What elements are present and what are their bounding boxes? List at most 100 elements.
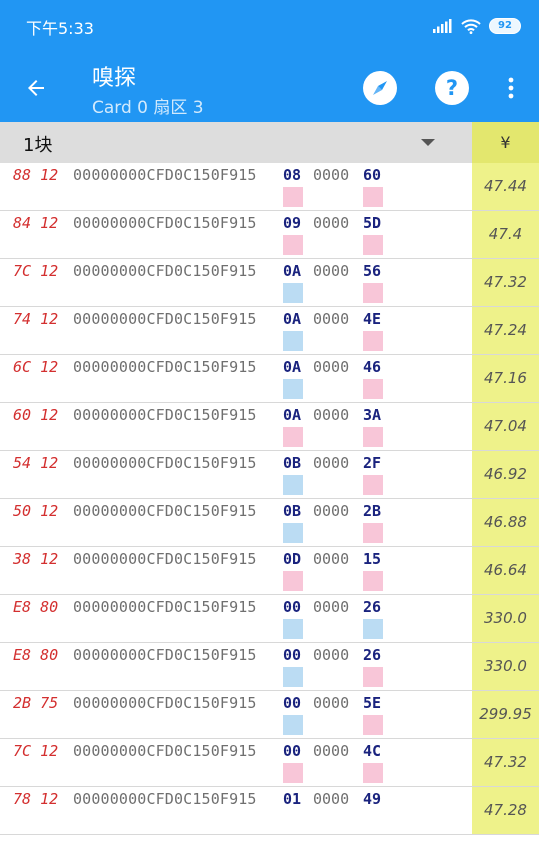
record-row[interactable]: 78 12 00000000CFD0C150F915 01 0000 49 47… xyxy=(0,787,539,835)
row-card-id: 00000000CFD0C150F915 xyxy=(73,214,257,232)
row-flags: 50 12 xyxy=(13,502,59,520)
record-row[interactable]: 88 12 00000000CFD0C150F915 08 0000 60 47… xyxy=(0,163,539,211)
back-button[interactable] xyxy=(14,66,58,110)
row-byte-a: 0B xyxy=(283,454,302,472)
row-mid: 0000 xyxy=(313,550,350,568)
record-row[interactable]: 7C 12 00000000CFD0C150F915 00 0000 4C 47… xyxy=(0,739,539,787)
row-swatch-a xyxy=(283,667,303,687)
record-row[interactable]: 6C 12 00000000CFD0C150F915 0A 0000 46 47… xyxy=(0,355,539,403)
block-dropdown[interactable]: 1块 xyxy=(0,122,472,163)
row-byte-b: 4C xyxy=(363,742,382,760)
row-price: 330.0 xyxy=(472,595,539,642)
record-row[interactable]: 74 12 00000000CFD0C150F915 0A 0000 4E 47… xyxy=(0,307,539,355)
record-row[interactable]: 38 12 00000000CFD0C150F915 0D 0000 15 46… xyxy=(0,547,539,595)
row-swatch-b xyxy=(363,379,383,399)
row-mid: 0000 xyxy=(313,358,350,376)
row-swatch-b xyxy=(363,523,383,543)
more-options-button[interactable] xyxy=(489,66,533,110)
row-swatch-a xyxy=(283,763,303,783)
record-row[interactable]: E8 80 00000000CFD0C150F915 00 0000 26 33… xyxy=(0,595,539,643)
help-button[interactable]: ? xyxy=(430,66,474,110)
row-price: 46.64 xyxy=(472,547,539,594)
row-mid: 0000 xyxy=(313,214,350,232)
row-byte-b: 46 xyxy=(363,358,382,376)
record-row[interactable]: 7C 12 00000000CFD0C150F915 0A 0000 56 47… xyxy=(0,259,539,307)
row-card-id: 00000000CFD0C150F915 xyxy=(73,742,257,760)
row-swatch-b xyxy=(363,187,383,207)
row-byte-b: 3A xyxy=(363,406,382,424)
row-byte-b: 26 xyxy=(363,598,382,616)
row-price: 46.88 xyxy=(472,499,539,546)
battery-icon: 92 xyxy=(489,18,521,34)
row-flags: 54 12 xyxy=(13,454,59,472)
row-swatch-b xyxy=(363,283,383,303)
row-byte-b: 60 xyxy=(363,166,382,184)
row-swatch-b xyxy=(363,331,383,351)
row-swatch-a xyxy=(283,619,303,639)
row-swatch-b xyxy=(363,667,383,687)
row-byte-a: 0A xyxy=(283,262,302,280)
row-card-id: 00000000CFD0C150F915 xyxy=(73,454,257,472)
row-swatch-a xyxy=(283,715,303,735)
row-byte-b: 5D xyxy=(363,214,382,232)
app-bar: 嗅探 Card 0 扇区 3 ? xyxy=(0,52,539,122)
row-card-id: 00000000CFD0C150F915 xyxy=(73,310,257,328)
row-flags: 7C 12 xyxy=(13,742,59,760)
row-byte-b: 2F xyxy=(363,454,382,472)
row-swatch-a xyxy=(283,571,303,591)
row-byte-b: 26 xyxy=(363,646,382,664)
row-price: 47.28 xyxy=(472,787,539,834)
row-card-id: 00000000CFD0C150F915 xyxy=(73,550,257,568)
record-row[interactable]: 50 12 00000000CFD0C150F915 0B 0000 2B 46… xyxy=(0,499,539,547)
row-swatch-a xyxy=(283,427,303,447)
row-byte-b: 2B xyxy=(363,502,382,520)
compass-button[interactable] xyxy=(358,66,402,110)
record-row[interactable]: 60 12 00000000CFD0C150F915 0A 0000 3A 47… xyxy=(0,403,539,451)
row-mid: 0000 xyxy=(313,598,350,616)
row-mid: 0000 xyxy=(313,406,350,424)
row-price: 47.24 xyxy=(472,307,539,354)
row-flags: 2B 75 xyxy=(13,694,59,712)
record-row[interactable]: 54 12 00000000CFD0C150F915 0B 0000 2F 46… xyxy=(0,451,539,499)
row-swatch-b xyxy=(363,235,383,255)
row-swatch-a xyxy=(283,475,303,495)
row-mid: 0000 xyxy=(313,454,350,472)
status-icons: 92 xyxy=(433,16,521,36)
row-byte-b: 4E xyxy=(363,310,382,328)
row-mid: 0000 xyxy=(313,790,350,808)
row-byte-a: 00 xyxy=(283,646,302,664)
row-price: 47.32 xyxy=(472,739,539,786)
row-flags: 74 12 xyxy=(13,310,59,328)
row-price: 46.92 xyxy=(472,451,539,498)
row-price: 47.44 xyxy=(472,163,539,210)
row-swatch-a xyxy=(283,187,303,207)
row-byte-b: 49 xyxy=(363,790,382,808)
row-card-id: 00000000CFD0C150F915 xyxy=(73,790,257,808)
row-flags: E8 80 xyxy=(13,598,59,616)
row-byte-b: 5E xyxy=(363,694,382,712)
status-time: 下午5:33 xyxy=(26,19,94,38)
record-row[interactable]: 84 12 00000000CFD0C150F915 09 0000 5D 47… xyxy=(0,211,539,259)
record-row[interactable]: E8 80 00000000CFD0C150F915 00 0000 26 33… xyxy=(0,643,539,691)
row-byte-a: 0A xyxy=(283,406,302,424)
dropdown-arrow-icon xyxy=(421,139,435,146)
row-swatch-a xyxy=(283,379,303,399)
record-list: 88 12 00000000CFD0C150F915 08 0000 60 47… xyxy=(0,163,539,835)
page-subtitle: Card 0 扇区 3 xyxy=(92,98,204,118)
row-byte-a: 01 xyxy=(283,790,302,808)
row-price: 47.32 xyxy=(472,259,539,306)
row-price: 299.95 xyxy=(472,691,539,738)
row-swatch-b xyxy=(363,571,383,591)
row-byte-b: 15 xyxy=(363,550,382,568)
row-flags: 84 12 xyxy=(13,214,59,232)
row-mid: 0000 xyxy=(313,310,350,328)
row-swatch-a xyxy=(283,523,303,543)
row-swatch-b xyxy=(363,715,383,735)
row-byte-a: 00 xyxy=(283,742,302,760)
arrow-back-icon xyxy=(28,80,44,96)
record-row[interactable]: 2B 75 00000000CFD0C150F915 00 0000 5E 29… xyxy=(0,691,539,739)
compass-icon xyxy=(363,71,397,105)
row-card-id: 00000000CFD0C150F915 xyxy=(73,262,257,280)
row-mid: 0000 xyxy=(313,742,350,760)
row-flags: 38 12 xyxy=(13,550,59,568)
